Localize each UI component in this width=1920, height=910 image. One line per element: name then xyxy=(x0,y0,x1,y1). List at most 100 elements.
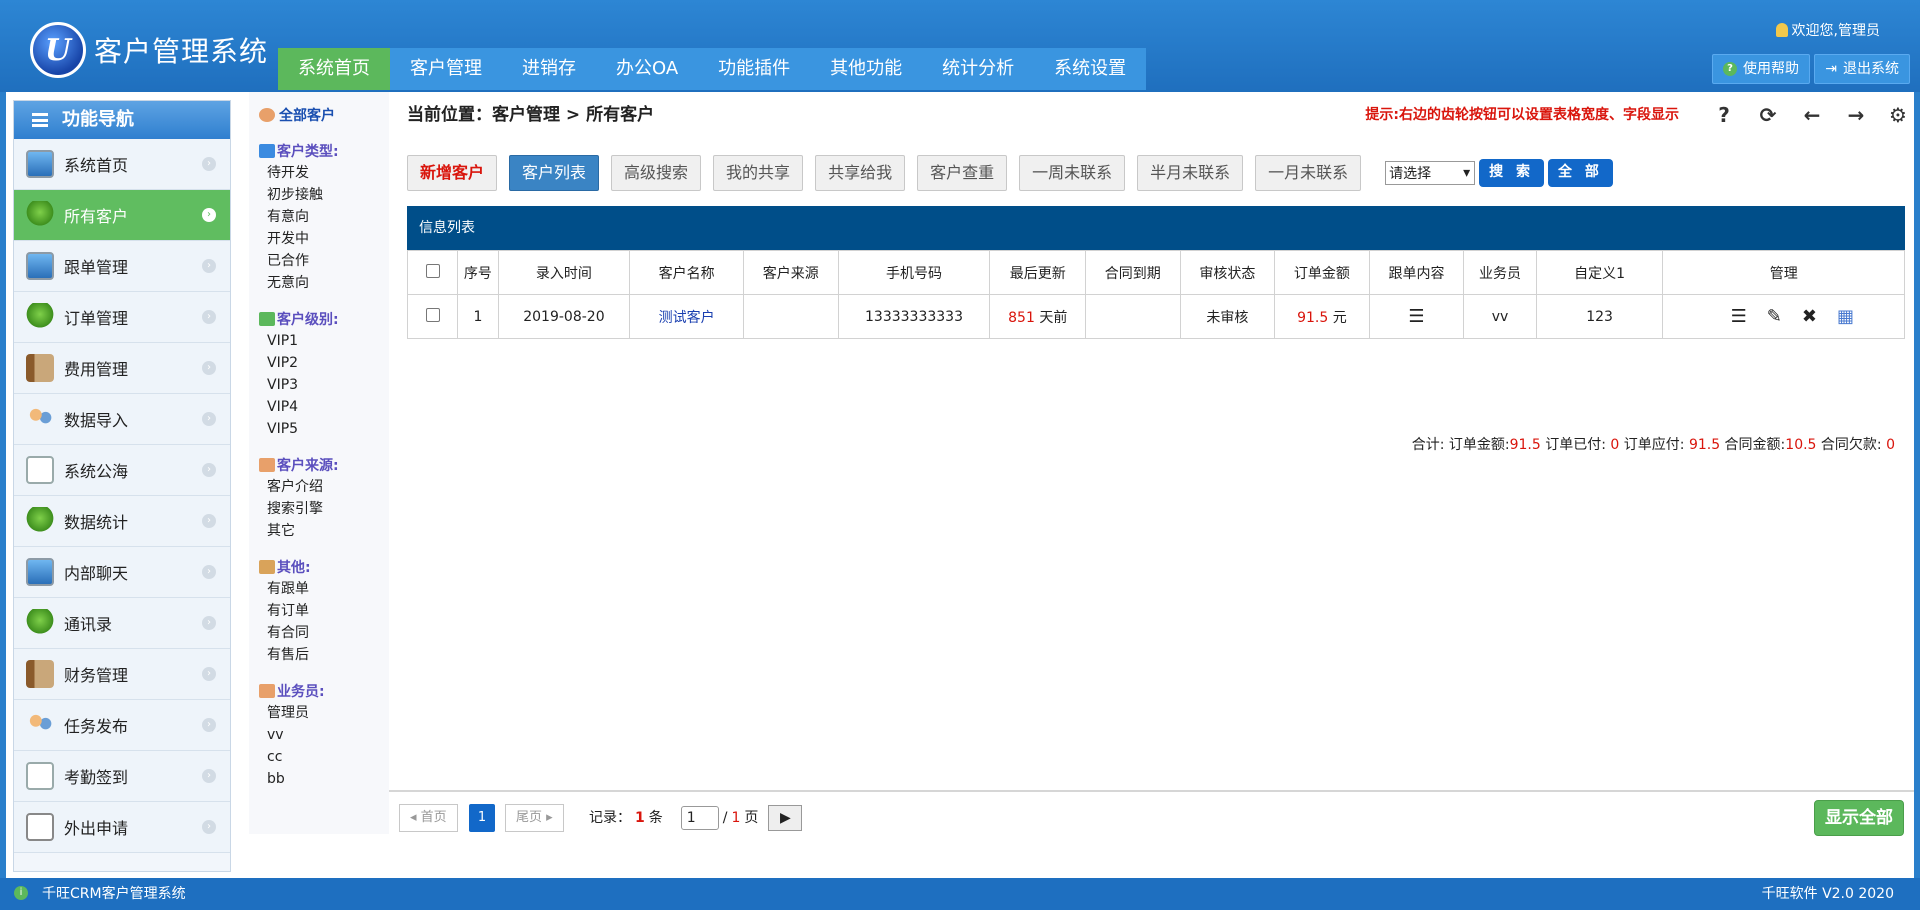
report-icon[interactable]: ▦ xyxy=(1837,306,1854,327)
filter-item[interactable]: VIP1 xyxy=(249,330,389,352)
filter-group: 客户级别: VIP1 VIP2 VIP3 VIP4 VIP5 xyxy=(249,308,389,440)
gear-icon[interactable]: ⚙ xyxy=(1886,102,1910,128)
customer-name-link[interactable]: 测试客户 xyxy=(659,310,715,326)
topnav-item-5[interactable]: 其他功能 xyxy=(810,48,922,90)
filter-item[interactable]: 初步接触 xyxy=(249,184,389,206)
select-all-checkbox[interactable] xyxy=(425,263,440,278)
filter-item[interactable]: 无意向 xyxy=(249,272,389,294)
toolbar-button-0[interactable]: 新增客户 xyxy=(407,155,498,191)
filter-item[interactable]: 有合同 xyxy=(249,622,389,644)
toolbar-button-7[interactable]: 半月未联系 xyxy=(1137,155,1244,191)
sidebar-item-6[interactable]: 系统公海 › xyxy=(14,445,230,496)
topnav-item-0[interactable]: 系统首页 xyxy=(278,48,390,90)
filter-select[interactable]: 请选择 ▾ xyxy=(1385,161,1476,185)
toolbar-button-1[interactable]: 客户列表 xyxy=(509,155,600,191)
toolbar-button-2[interactable]: 高级搜索 xyxy=(611,155,702,191)
row-phone: 13333333333 xyxy=(865,308,963,325)
back-icon[interactable]: ← xyxy=(1800,102,1824,128)
refresh-icon[interactable]: ⟳ xyxy=(1756,102,1780,128)
filter-item[interactable]: 管理员 xyxy=(249,702,389,724)
logout-button[interactable]: ⇥ 退出系统 xyxy=(1814,54,1910,84)
row-custom1: 123 xyxy=(1586,308,1613,325)
page-number-button[interactable]: 1 xyxy=(469,804,495,832)
filter-item[interactable]: 客户介绍 xyxy=(249,476,389,498)
toolbar-button-6[interactable]: 一周未联系 xyxy=(1019,155,1126,191)
column-header-select xyxy=(406,250,459,295)
help-button[interactable]: ? 使用帮助 xyxy=(1712,54,1810,84)
sidebar-item-3[interactable]: 订单管理 › xyxy=(14,292,230,343)
sidebar-item-7[interactable]: 数据统计 › xyxy=(14,496,230,547)
filter-item[interactable]: VIP4 xyxy=(249,396,389,418)
forward-icon[interactable]: → xyxy=(1844,102,1868,128)
sidebar-item-9[interactable]: 通讯录 › xyxy=(14,598,230,649)
topnav-item-4[interactable]: 功能插件 xyxy=(698,48,810,90)
help-label: 使用帮助 xyxy=(1743,61,1799,77)
column-header: 客户名称 xyxy=(629,250,744,295)
last-page-button[interactable]: 尾页 ▸ xyxy=(505,804,564,832)
filter-all-customers[interactable]: 全部客户 xyxy=(249,104,389,126)
filter-item[interactable]: 搜索引擎 xyxy=(249,498,389,520)
delete-icon[interactable]: ✖ xyxy=(1802,306,1817,327)
content: 当前位置：客户管理 > 所有客户 提示:右边的齿轮按钮可以设置表格宽度、字段显示… xyxy=(389,92,1914,878)
column-header: 最后更新 xyxy=(989,250,1087,295)
filter-item[interactable]: 其它 xyxy=(249,520,389,542)
edit-icon[interactable]: ✎ xyxy=(1767,306,1782,327)
topnav-item-3[interactable]: 办公OA xyxy=(596,48,698,90)
list-icon[interactable]: ☰ xyxy=(1408,306,1424,327)
filter-item[interactable]: VIP2 xyxy=(249,352,389,374)
monitor-icon xyxy=(26,252,54,280)
filter-item[interactable]: cc xyxy=(249,746,389,768)
go-page-button[interactable]: ▶ xyxy=(768,805,803,831)
filter-item[interactable]: 有订单 xyxy=(249,600,389,622)
topnav-item-7[interactable]: 系统设置 xyxy=(1034,48,1146,90)
page-input[interactable]: 1 xyxy=(680,806,719,830)
chevron-right-icon: › xyxy=(202,667,216,681)
filter-item[interactable]: 有售后 xyxy=(249,644,389,666)
sidebar-item-2[interactable]: 跟单管理 › xyxy=(14,241,230,292)
search-button[interactable]: 搜 索 xyxy=(1479,159,1545,187)
sidebar-item-8[interactable]: 内部聊天 › xyxy=(14,547,230,598)
book-icon xyxy=(26,354,54,382)
filter-item[interactable]: 已合作 xyxy=(249,250,389,272)
chevron-right-icon: › xyxy=(202,259,216,273)
filter-item[interactable]: VIP3 xyxy=(249,374,389,396)
filter-item[interactable]: 有意向 xyxy=(249,206,389,228)
sidebar-item-10[interactable]: 财务管理 › xyxy=(14,649,230,700)
total-paid-value: 0 xyxy=(1610,437,1620,453)
filter-item[interactable]: 待开发 xyxy=(249,162,389,184)
sidebar-item-0[interactable]: 系统首页 › xyxy=(14,139,230,190)
help-icon[interactable]: ? xyxy=(1712,102,1736,128)
all-button[interactable]: 全 部 xyxy=(1548,159,1613,187)
welcome-text: 欢迎您,管理员 xyxy=(1775,20,1880,40)
sidebar-item-12[interactable]: 考勤签到 › xyxy=(14,751,230,802)
toolbar-button-3[interactable]: 我的共享 xyxy=(713,155,804,191)
topnav-item-6[interactable]: 统计分析 xyxy=(922,48,1034,90)
show-all-button[interactable]: 显示全部 xyxy=(1814,800,1904,836)
row-checkbox[interactable] xyxy=(425,307,440,322)
first-page-button[interactable]: ◂ 首页 xyxy=(399,804,458,832)
filter-group-title: 客户类型: xyxy=(249,140,389,162)
filter-item[interactable]: vv xyxy=(249,724,389,746)
sidebar-item-11[interactable]: 任务发布 › xyxy=(14,700,230,751)
toolbar-button-8[interactable]: 一月未联系 xyxy=(1255,155,1362,191)
sidebar-item-13[interactable]: 外出申请 › xyxy=(14,802,230,853)
updated-days: 851 xyxy=(1008,309,1035,326)
filter-panel: 全部客户 客户类型: 待开发 初步接触 有意向 开发中 已合作 无意向客户级别: VIP1 VI… xyxy=(249,92,389,834)
toolbar-button-5[interactable]: 客户查重 xyxy=(917,155,1008,191)
welcome-label: 欢迎您,管理员 xyxy=(1791,23,1880,39)
sidebar-item-1[interactable]: 所有客户 › xyxy=(14,190,230,241)
filter-item[interactable]: bb xyxy=(249,768,389,790)
filter-item[interactable]: VIP5 xyxy=(249,418,389,440)
table-row: 1 2019-08-20 测试客户 13333333333 851 天前 未审核 91.5 … xyxy=(406,294,1905,339)
filter-item[interactable]: 开发中 xyxy=(249,228,389,250)
table-header-row: 序号 录入时间 客户名称 客户来源 手机号码 最后更新 合同到期 审核状态 订单金额 跟单内容 业务… xyxy=(406,250,1905,295)
footer: i 千旺CRM客户管理系统 千旺软件 V2.0 2020 xyxy=(0,878,1920,910)
topnav-item-1[interactable]: 客户管理 xyxy=(390,48,502,90)
sidebar-item-4[interactable]: 费用管理 › xyxy=(14,343,230,394)
filter-item[interactable]: 有跟单 xyxy=(249,578,389,600)
filter-group-icon xyxy=(259,312,275,326)
list-icon[interactable]: ☰ xyxy=(1731,306,1747,327)
toolbar-button-4[interactable]: 共享给我 xyxy=(815,155,906,191)
topnav-item-2[interactable]: 进销存 xyxy=(502,48,596,90)
sidebar-item-5[interactable]: 数据导入 › xyxy=(14,394,230,445)
